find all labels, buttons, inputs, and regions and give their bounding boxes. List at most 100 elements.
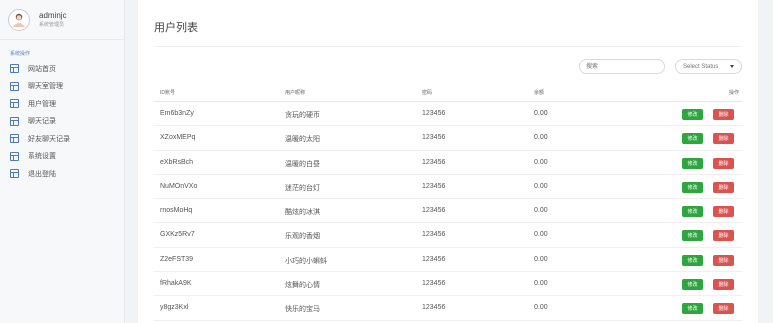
edit-button[interactable]: 修改 [682,279,703,291]
avatar [8,8,30,31]
column-header-balance: 余额 [534,90,545,96]
status-select[interactable]: Select Status [675,59,742,74]
table-row: GXKz5Rv7 乐观的香烟 123456 0.00 修改 删除 [154,223,742,248]
table-row: Z2eFST39 小巧的小蝌蚪 123456 0.00 修改 删除 [154,248,742,273]
sidebar-item-user-management[interactable]: 用户管理 [0,95,124,113]
sidebar-item-label: 用户管理 [28,100,56,108]
main-panel: 用户列表 Select Status ID账号 用户昵称 密码 余额 操作 Em… [138,0,758,323]
sidebar-item-home[interactable]: 网站首页 [0,60,124,78]
cell-id: y8gz3Kxl [160,304,189,312]
cell-balance: 0.00 [534,110,548,117]
cell-balance: 0.00 [534,158,548,166]
page-title: 用户列表 [154,22,198,34]
cell-id: rnosMoHq [160,207,193,215]
layout-icon [10,81,19,91]
column-header-actions: 操作 [729,90,740,96]
sidebar-item-label: 聊天记录 [28,118,56,126]
delete-button[interactable]: 删除 [713,133,734,145]
cell-balance: 0.00 [534,255,548,263]
table-row: eXbRsBch 温暖的白昼 123456 0.00 修改 删除 [154,151,742,175]
avatar-icon [13,13,25,27]
sidebar: adminjc 系统管理员 系统操作 网站首页 聊天室管理 用户管理 聊天记录 … [0,0,125,323]
table-row: Em6b3nZy 贪玩的硬币 123456 0.00 修改 删除 [154,102,742,127]
cell-balance: 0.00 [534,304,548,312]
sidebar-item-label: 网站首页 [28,65,56,73]
cell-balance: 0.00 [534,134,548,142]
cell-nickname: 温暖的白昼 [285,160,320,168]
cell-nickname: 快乐的宝马 [285,306,320,314]
cell-password: 123456 [422,207,446,215]
sidebar-section-title: 系统操作 [10,51,31,57]
layout-icon [10,64,19,74]
edit-button[interactable]: 修改 [682,133,703,145]
layout-icon [10,151,19,161]
cell-balance: 0.00 [534,182,548,190]
delete-button[interactable]: 删除 [713,206,734,218]
cell-password: 123456 [422,280,446,288]
cell-password: 123456 [422,134,446,142]
cell-password: 123456 [422,304,446,312]
delete-button[interactable]: 删除 [713,279,734,291]
sidebar-item-chat-records[interactable]: 聊天记录 [0,113,124,131]
column-header-nickname: 用户昵称 [285,90,306,96]
table-row: fRhakA9K 炫舞的心情 123456 0.00 修改 删除 [154,272,742,297]
table-row: XZoxMEPq 温暖的太阳 123456 0.00 修改 删除 [154,126,742,151]
sidebar-item-friend-chat-records[interactable]: 好友聊天记录 [0,130,124,148]
cell-balance: 0.00 [534,207,548,215]
status-select-value: Select Status [683,63,719,70]
cell-balance: 0.00 [534,280,548,288]
cell-password: 123456 [422,110,446,117]
caret-down-icon [730,65,734,68]
cell-nickname: 酷炫的冰淇 [285,209,320,217]
sidebar-item-label: 退出登陆 [28,170,56,178]
cell-password: 123456 [422,182,446,190]
edit-button[interactable]: 修改 [682,157,703,169]
cell-id: fRhakA9K [160,280,192,288]
delete-button[interactable]: 删除 [713,230,734,242]
edit-button[interactable]: 修改 [682,109,703,120]
cell-nickname: 小巧的小蝌蚪 [285,257,327,265]
cell-id: eXbRsBch [160,158,194,166]
sidebar-item-label: 好友聊天记录 [28,135,70,143]
sidebar-menu: 网站首页 聊天室管理 用户管理 聊天记录 好友聊天记录 系统设置 退出登陆 [0,60,124,183]
cell-nickname: 贪玩的硬币 [285,112,320,119]
cell-nickname: 乐观的香烟 [285,233,320,241]
cell-id: XZoxMEPq [160,134,196,142]
user-table: ID账号 用户昵称 密码 余额 操作 Em6b3nZy 贪玩的硬币 123456 0.… [154,82,742,321]
edit-button[interactable]: 修改 [682,254,703,266]
search-input[interactable] [579,59,665,74]
sidebar-item-label: 聊天室管理 [28,83,63,91]
table-header: ID账号 用户昵称 密码 余额 操作 [154,82,742,102]
layout-icon [10,169,19,179]
sidebar-item-system-settings[interactable]: 系统设置 [0,148,124,166]
cell-id: Em6b3nZy [160,110,194,117]
delete-button[interactable]: 删除 [713,109,734,120]
delete-button[interactable]: 删除 [713,303,734,315]
table-row: NuMOnVXo 迷茫的台灯 123456 0.00 修改 删除 [154,175,742,200]
cell-password: 123456 [422,255,446,263]
delete-button[interactable]: 删除 [713,254,734,266]
edit-button[interactable]: 修改 [682,230,703,242]
delete-button[interactable]: 删除 [713,157,734,169]
cell-password: 123456 [422,231,446,239]
cell-nickname: 炫舞的心情 [285,282,320,290]
cell-id: Z2eFST39 [160,255,194,263]
sidebar-item-chatroom-management[interactable]: 聊天室管理 [0,78,124,96]
sidebar-item-logout[interactable]: 退出登陆 [0,165,124,183]
cell-id: GXKz5Rv7 [160,231,195,239]
user-profile[interactable]: adminjc 系统管理员 [0,0,124,40]
divider [154,46,742,47]
layout-icon [10,116,19,126]
cell-nickname: 温暖的太阳 [285,136,320,144]
edit-button[interactable]: 修改 [682,181,703,193]
column-header-id: ID账号 [160,90,176,96]
cell-id: NuMOnVXo [160,182,198,190]
table-row: rnosMoHq 酷炫的冰淇 123456 0.00 修改 删除 [154,199,742,224]
cell-balance: 0.00 [534,231,548,239]
edit-button[interactable]: 修改 [682,303,703,315]
edit-button[interactable]: 修改 [682,206,703,218]
delete-button[interactable]: 删除 [713,181,734,193]
cell-nickname: 迷茫的台灯 [285,184,320,192]
layout-icon [10,134,19,144]
column-header-password: 密码 [422,90,433,96]
